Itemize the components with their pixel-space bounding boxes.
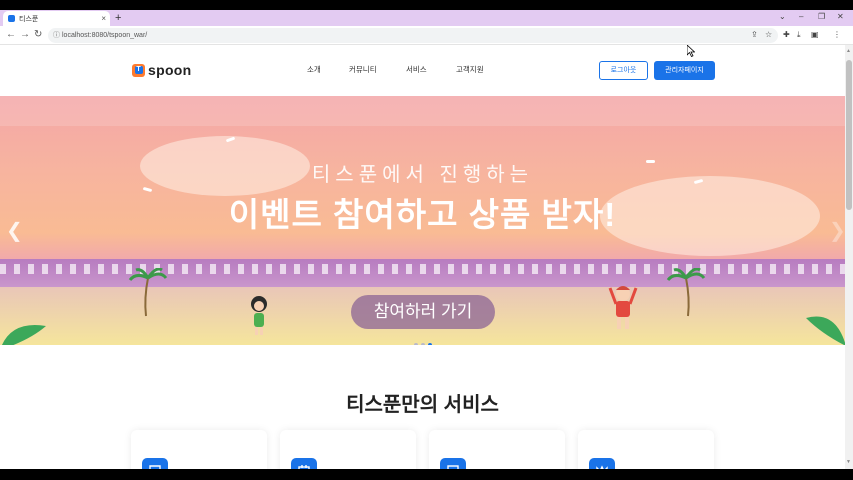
- hero-subtitle: 티스푼에서 진행하는: [311, 164, 534, 186]
- admin-page-button[interactable]: 관리자페이지: [654, 61, 715, 80]
- monitor-icon: [440, 458, 466, 469]
- service-card[interactable]: [280, 430, 416, 469]
- services-title: 티스푼만의 서비스: [346, 394, 499, 416]
- extensions-icon[interactable]: ✚: [783, 30, 790, 39]
- browser-window: 티스푼 × + ⌄ – ❐ ✕ ← → ↻ ⓘ localhost:8080/t…: [0, 10, 853, 469]
- back-button[interactable]: ←: [6, 29, 16, 40]
- palm-tree-icon: [666, 268, 706, 317]
- nav-item-support[interactable]: 고객지원: [456, 64, 484, 75]
- leaf-decoration: [2, 325, 46, 345]
- restore-icon[interactable]: ❐: [818, 12, 825, 21]
- page-scrollbar[interactable]: ▲ ▼: [845, 45, 853, 469]
- favicon-icon: [8, 15, 15, 22]
- tab-close-icon[interactable]: ×: [101, 14, 106, 23]
- carousel-dot-active[interactable]: [428, 343, 432, 345]
- logo-mark-icon: T: [132, 63, 145, 77]
- service-card[interactable]: [429, 430, 565, 469]
- mouse-cursor-icon: [687, 45, 695, 57]
- url-text: localhost:8080/tspoon_war/: [62, 32, 148, 39]
- chat-icon: [142, 458, 168, 469]
- address-bar[interactable]: ⓘ localhost:8080/tspoon_war/: [48, 28, 778, 43]
- site-logo[interactable]: T spoon: [132, 62, 192, 78]
- crown-icon: [589, 458, 615, 469]
- carousel-dot[interactable]: [414, 343, 418, 345]
- carousel-dot[interactable]: [421, 343, 425, 345]
- nav-item-community[interactable]: 커뮤니티: [349, 64, 377, 75]
- download-icon[interactable]: ⤓: [797, 30, 801, 40]
- girl-character-icon: [251, 296, 267, 335]
- new-tab-button[interactable]: +: [115, 11, 121, 25]
- share-icon[interactable]: ⇪: [751, 30, 758, 39]
- scroll-up-icon[interactable]: ▲: [846, 48, 851, 54]
- tab-title: 티스푼: [19, 15, 39, 23]
- hero-banner[interactable]: 티스푼에서 진행하는 이벤트 참여하고 상품 받자! 참여하러 가기 ❮ ❯: [0, 96, 845, 345]
- nav-item-intro[interactable]: 소개: [307, 64, 321, 75]
- sidepanel-icon[interactable]: ▣: [811, 30, 819, 39]
- sky-haze: [0, 96, 845, 126]
- menu-icon[interactable]: ⋮: [833, 30, 841, 39]
- forward-button[interactable]: →: [20, 29, 30, 40]
- site-header: T spoon 소개 커뮤니티 서비스 고객지원 로그아웃 관리자페이지: [0, 45, 845, 96]
- hero-title: 이벤트 참여하고 상품 받자!: [228, 196, 617, 233]
- scrollbar-thumb[interactable]: [846, 60, 852, 210]
- tab-search-icon[interactable]: ⌄: [779, 12, 786, 21]
- minimize-icon[interactable]: –: [799, 12, 803, 21]
- carousel-next-icon[interactable]: ❯: [829, 218, 845, 243]
- info-icon[interactable]: ⓘ: [53, 28, 60, 43]
- participate-button[interactable]: 참여하러 가기: [351, 295, 495, 329]
- reload-button[interactable]: ↻: [34, 29, 42, 40]
- carousel-indicators: [414, 343, 432, 345]
- boy-character-icon: [608, 286, 638, 329]
- nav-item-services[interactable]: 서비스: [406, 64, 427, 75]
- carousel-prev-icon[interactable]: ❮: [6, 218, 23, 243]
- service-card[interactable]: [578, 430, 714, 469]
- bookmark-star-icon[interactable]: ☆: [765, 30, 772, 39]
- service-card[interactable]: [131, 430, 267, 469]
- browser-toolbar: ← → ↻ ⓘ localhost:8080/tspoon_war/ ⇪ ☆ ✚…: [0, 26, 853, 45]
- logo-text: spoon: [148, 62, 192, 78]
- browser-tab[interactable]: 티스푼 ×: [3, 11, 110, 26]
- foam-decoration: [0, 264, 845, 274]
- window-close-icon[interactable]: ✕: [837, 12, 844, 21]
- calendar-icon: [291, 458, 317, 469]
- leaf-decoration: [806, 316, 845, 345]
- logout-button[interactable]: 로그아웃: [599, 61, 648, 80]
- scroll-down-icon[interactable]: ▼: [846, 459, 851, 465]
- palm-tree-icon: [128, 268, 168, 317]
- tab-strip: 티스푼 × + ⌄ – ❐ ✕: [0, 10, 853, 26]
